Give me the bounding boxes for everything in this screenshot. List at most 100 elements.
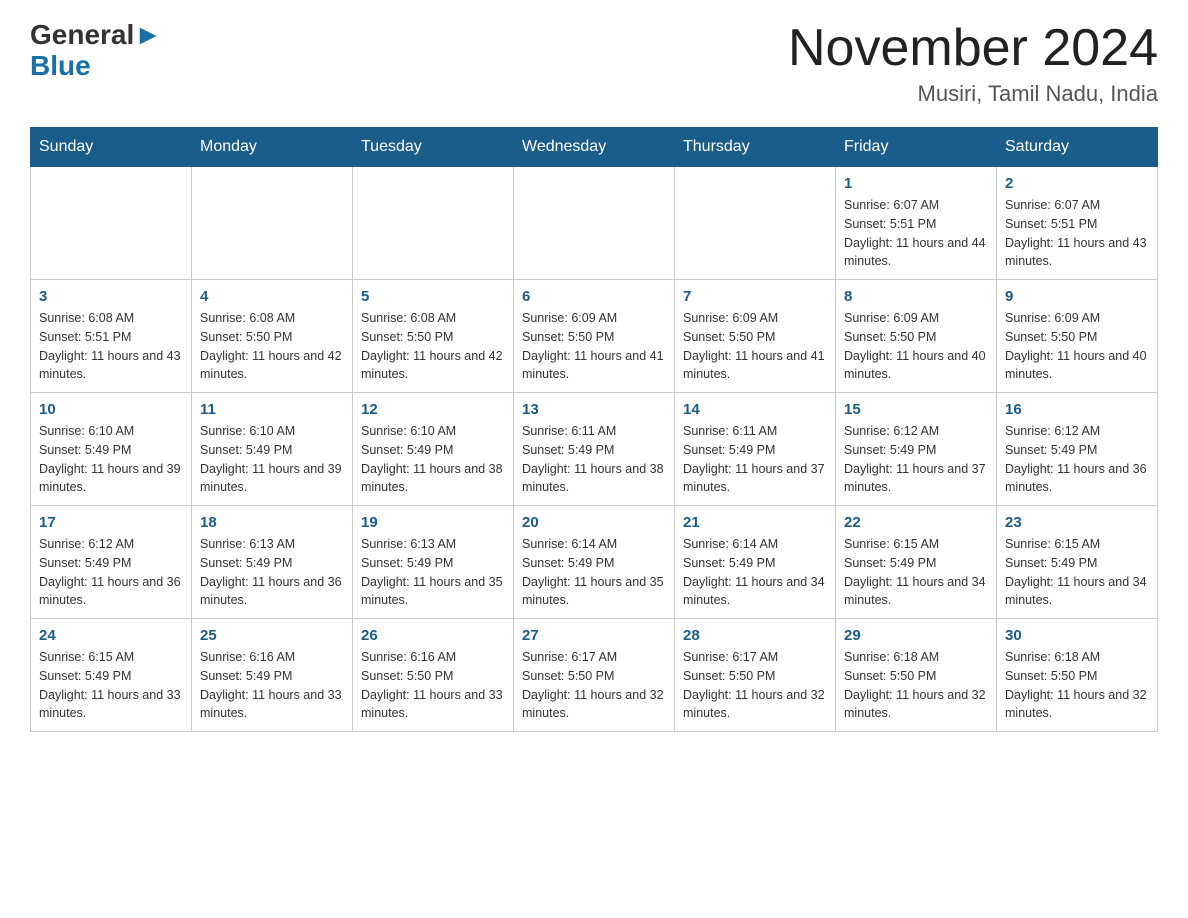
day-number: 10 (39, 401, 183, 418)
day-number: 18 (200, 514, 344, 531)
calendar-cell: 19 Sunrise: 6:13 AMSunset: 5:49 PMDayligh… (353, 506, 514, 619)
day-info: Sunrise: 6:15 AMSunset: 5:49 PMDaylight:… (844, 535, 988, 610)
calendar-cell: 7 Sunrise: 6:09 AMSunset: 5:50 PMDaylight… (675, 280, 836, 393)
day-number: 8 (844, 288, 988, 305)
day-info: Sunrise: 6:15 AMSunset: 5:49 PMDaylight:… (39, 648, 183, 723)
day-info: Sunrise: 6:13 AMSunset: 5:49 PMDaylight:… (361, 535, 505, 610)
day-number: 17 (39, 514, 183, 531)
location-title: Musiri, Tamil Nadu, India (788, 81, 1158, 107)
day-number: 1 (844, 175, 988, 192)
calendar-cell: 4 Sunrise: 6:08 AMSunset: 5:50 PMDaylight… (192, 280, 353, 393)
day-info: Sunrise: 6:10 AMSunset: 5:49 PMDaylight:… (361, 422, 505, 497)
day-number: 3 (39, 288, 183, 305)
day-number: 4 (200, 288, 344, 305)
day-number: 24 (39, 627, 183, 644)
weekday-header-friday: Friday (836, 128, 997, 167)
day-info: Sunrise: 6:17 AMSunset: 5:50 PMDaylight:… (522, 648, 666, 723)
day-info: Sunrise: 6:08 AMSunset: 5:50 PMDaylight:… (200, 309, 344, 384)
calendar-cell: 30 Sunrise: 6:18 AMSunset: 5:50 PMDayligh… (997, 619, 1158, 732)
calendar-cell: 21 Sunrise: 6:14 AMSunset: 5:49 PMDayligh… (675, 506, 836, 619)
day-info: Sunrise: 6:09 AMSunset: 5:50 PMDaylight:… (683, 309, 827, 384)
calendar-week-5: 24 Sunrise: 6:15 AMSunset: 5:49 PMDayligh… (31, 619, 1158, 732)
title-area: November 2024 Musiri, Tamil Nadu, India (788, 20, 1158, 107)
calendar-cell (514, 167, 675, 280)
day-number: 9 (1005, 288, 1149, 305)
calendar-week-2: 3 Sunrise: 6:08 AMSunset: 5:51 PMDaylight… (31, 280, 1158, 393)
calendar-cell: 2 Sunrise: 6:07 AMSunset: 5:51 PMDaylight… (997, 167, 1158, 280)
calendar-cell: 10 Sunrise: 6:10 AMSunset: 5:49 PMDayligh… (31, 393, 192, 506)
calendar-cell: 6Sunrise: 6:09 AMSunset: 5:50 PMDaylight… (514, 280, 675, 393)
calendar-cell (353, 167, 514, 280)
calendar-cell: 17 Sunrise: 6:12 AMSunset: 5:49 PMDayligh… (31, 506, 192, 619)
weekday-header-wednesday: Wednesday (514, 128, 675, 167)
day-info: Sunrise: 6:14 AMSunset: 5:49 PMDaylight:… (683, 535, 827, 610)
weekday-header-monday: Monday (192, 128, 353, 167)
day-info: Sunrise: 6:07 AMSunset: 5:51 PMDaylight:… (844, 196, 988, 271)
calendar-cell: 11 Sunrise: 6:10 AMSunset: 5:49 PMDayligh… (192, 393, 353, 506)
day-number: 16 (1005, 401, 1149, 418)
day-number: 30 (1005, 627, 1149, 644)
calendar-cell: 16 Sunrise: 6:12 AMSunset: 5:49 PMDayligh… (997, 393, 1158, 506)
weekday-header-sunday: Sunday (31, 128, 192, 167)
calendar-cell: 15Sunrise: 6:12 AMSunset: 5:49 PMDayligh… (836, 393, 997, 506)
page-header: General► Blue November 2024 Musiri, Tami… (30, 20, 1158, 107)
calendar-cell: 27 Sunrise: 6:17 AMSunset: 5:50 PMDayligh… (514, 619, 675, 732)
day-info: Sunrise: 6:08 AMSunset: 5:51 PMDaylight:… (39, 309, 183, 384)
calendar-cell (31, 167, 192, 280)
calendar-cell: 28Sunrise: 6:17 AMSunset: 5:50 PMDayligh… (675, 619, 836, 732)
day-info: Sunrise: 6:08 AMSunset: 5:50 PMDaylight:… (361, 309, 505, 384)
day-number: 26 (361, 627, 505, 644)
day-info: Sunrise: 6:18 AMSunset: 5:50 PMDaylight:… (1005, 648, 1149, 723)
weekday-header-tuesday: Tuesday (353, 128, 514, 167)
calendar-week-4: 17 Sunrise: 6:12 AMSunset: 5:49 PMDayligh… (31, 506, 1158, 619)
day-info: Sunrise: 6:12 AMSunset: 5:49 PMDaylight:… (1005, 422, 1149, 497)
day-info: Sunrise: 6:07 AMSunset: 5:51 PMDaylight:… (1005, 196, 1149, 271)
calendar-cell: 14 Sunrise: 6:11 AMSunset: 5:49 PMDayligh… (675, 393, 836, 506)
day-info: Sunrise: 6:10 AMSunset: 5:49 PMDaylight:… (39, 422, 183, 497)
day-info: Sunrise: 6:09 AMSunset: 5:50 PMDaylight:… (1005, 309, 1149, 384)
day-number: 23 (1005, 514, 1149, 531)
calendar-cell (675, 167, 836, 280)
day-info: Sunrise: 6:18 AMSunset: 5:50 PMDaylight:… (844, 648, 988, 723)
weekday-header-saturday: Saturday (997, 128, 1158, 167)
calendar-cell: 26 Sunrise: 6:16 AMSunset: 5:50 PMDayligh… (353, 619, 514, 732)
day-info: Sunrise: 6:12 AMSunset: 5:49 PMDaylight:… (39, 535, 183, 610)
day-number: 22 (844, 514, 988, 531)
weekday-header-thursday: Thursday (675, 128, 836, 167)
day-info: Sunrise: 6:10 AMSunset: 5:49 PMDaylight:… (200, 422, 344, 497)
day-info: Sunrise: 6:11 AMSunset: 5:49 PMDaylight:… (522, 422, 666, 497)
calendar-cell: 3 Sunrise: 6:08 AMSunset: 5:51 PMDaylight… (31, 280, 192, 393)
day-info: Sunrise: 6:11 AMSunset: 5:49 PMDaylight:… (683, 422, 827, 497)
calendar-cell: 1 Sunrise: 6:07 AMSunset: 5:51 PMDaylight… (836, 167, 997, 280)
day-number: 15 (844, 401, 988, 418)
day-number: 2 (1005, 175, 1149, 192)
day-info: Sunrise: 6:13 AMSunset: 5:49 PMDaylight:… (200, 535, 344, 610)
day-number: 13 (522, 401, 666, 418)
day-number: 5 (361, 288, 505, 305)
day-info: Sunrise: 6:16 AMSunset: 5:49 PMDaylight:… (200, 648, 344, 723)
calendar-cell: 9 Sunrise: 6:09 AMSunset: 5:50 PMDaylight… (997, 280, 1158, 393)
calendar-cell: 20Sunrise: 6:14 AMSunset: 5:49 PMDayligh… (514, 506, 675, 619)
calendar-week-1: 1 Sunrise: 6:07 AMSunset: 5:51 PMDaylight… (31, 167, 1158, 280)
day-info: Sunrise: 6:16 AMSunset: 5:50 PMDaylight:… (361, 648, 505, 723)
day-number: 19 (361, 514, 505, 531)
day-number: 6 (522, 288, 666, 305)
day-info: Sunrise: 6:09 AMSunset: 5:50 PMDaylight:… (844, 309, 988, 384)
calendar-cell: 12Sunrise: 6:10 AMSunset: 5:49 PMDayligh… (353, 393, 514, 506)
day-number: 14 (683, 401, 827, 418)
day-number: 27 (522, 627, 666, 644)
calendar-cell: 8 Sunrise: 6:09 AMSunset: 5:50 PMDaylight… (836, 280, 997, 393)
day-number: 21 (683, 514, 827, 531)
calendar-cell: 23Sunrise: 6:15 AMSunset: 5:49 PMDayligh… (997, 506, 1158, 619)
logo-arrow-icon: ► (134, 19, 162, 50)
day-number: 7 (683, 288, 827, 305)
calendar-table: SundayMondayTuesdayWednesdayThursdayFrid… (30, 127, 1158, 732)
day-number: 25 (200, 627, 344, 644)
logo-blue: Blue (30, 51, 91, 82)
day-number: 11 (200, 401, 344, 418)
day-number: 20 (522, 514, 666, 531)
calendar-cell: 25 Sunrise: 6:16 AMSunset: 5:49 PMDayligh… (192, 619, 353, 732)
logo-general: General► (30, 20, 162, 51)
calendar-cell: 24 Sunrise: 6:15 AMSunset: 5:49 PMDayligh… (31, 619, 192, 732)
calendar-cell: 29Sunrise: 6:18 AMSunset: 5:50 PMDayligh… (836, 619, 997, 732)
